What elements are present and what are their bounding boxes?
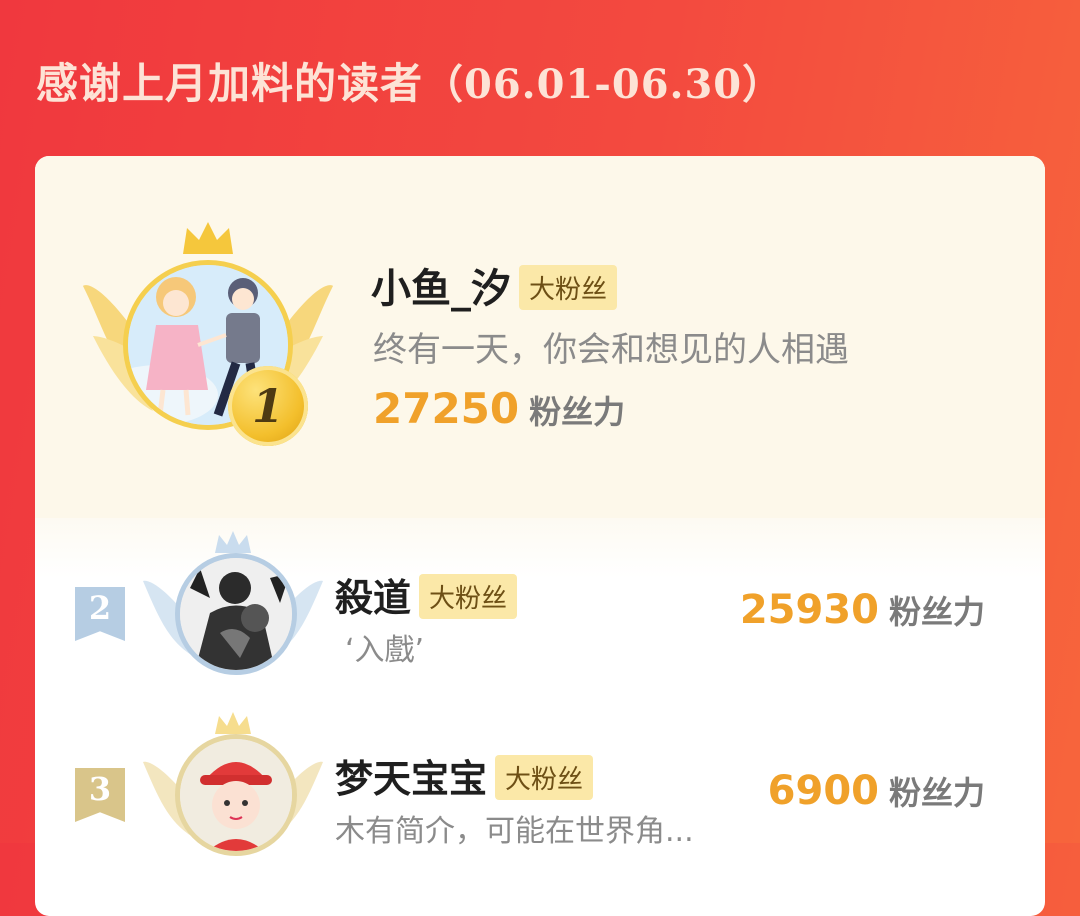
user-signature: 终有一天，你会和想见的人相遇	[373, 330, 849, 370]
leaderboard-row[interactable]: 2 殺道 大粉丝 ‘入戲’ 25930 粉丝力	[35, 531, 1045, 701]
row-name-line: 梦天宝宝 大粉丝	[335, 748, 594, 804]
first-place-avatar-frame[interactable]: 1	[83, 216, 333, 456]
date-range: （06.01-06.30）	[423, 61, 784, 108]
row-name-line: 殺道 大粉丝	[335, 567, 518, 623]
fan-level-badge: 大粉丝	[419, 574, 518, 619]
score-value: 27250	[373, 384, 520, 433]
avatar-illustration	[180, 558, 292, 670]
avatar[interactable]	[175, 734, 297, 856]
score-label: 粉丝力	[529, 393, 626, 431]
user-signature: 木有简介，可能在世界角...	[335, 814, 694, 849]
leaderboard-card: 1 小鱼_汐 大粉丝 终有一天，你会和想见的人相遇 27250 粉丝力 2 殺道…	[35, 156, 1045, 916]
score-label: 粉丝力	[888, 593, 985, 631]
rank-1-medal-icon: 1	[228, 366, 308, 446]
user-signature: ‘入戲’	[345, 633, 425, 668]
page-title: 感谢上月加料的读者（06.01-06.30）	[36, 50, 783, 111]
fan-power-score: 25930 粉丝力	[740, 587, 985, 633]
user-name[interactable]: 梦天宝宝	[335, 757, 487, 801]
score-label: 粉丝力	[888, 774, 985, 812]
score-value: 6900	[767, 768, 879, 814]
fan-power-score: 27250 粉丝力	[373, 384, 625, 433]
fan-level-badge: 大粉丝	[495, 755, 594, 800]
avatar[interactable]	[175, 553, 297, 675]
score-value: 25930	[739, 587, 879, 633]
first-place-name-line: 小鱼_汐 大粉丝	[371, 256, 618, 314]
fan-power-score: 6900 粉丝力	[768, 768, 985, 814]
rank-3-flag-icon: 3	[75, 768, 125, 822]
fan-level-badge: 大粉丝	[519, 264, 618, 310]
rank-2-flag-icon: 2	[75, 587, 125, 641]
avatar-illustration	[180, 739, 292, 851]
user-name[interactable]: 殺道	[335, 576, 411, 620]
crown-icon	[183, 222, 233, 254]
first-place-section: 1 小鱼_汐 大粉丝 终有一天，你会和想见的人相遇 27250 粉丝力	[35, 156, 1045, 518]
user-name[interactable]: 小鱼_汐	[371, 266, 511, 312]
page-title-text: 感谢上月加料的读者	[36, 59, 424, 108]
leaderboard-row[interactable]: 3 梦天宝宝 大粉丝 木有简介，可能在世界角... 6900 粉丝力	[35, 712, 1045, 882]
